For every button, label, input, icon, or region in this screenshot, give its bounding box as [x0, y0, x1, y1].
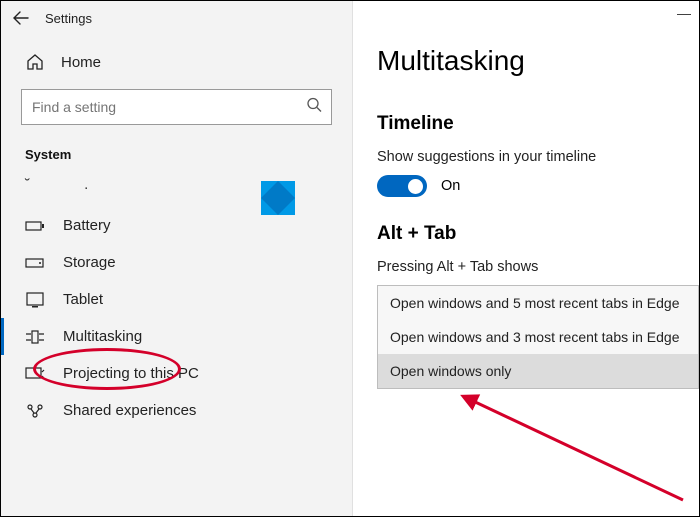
sidebar-item-projecting[interactable]: Projecting to this PC: [1, 355, 352, 392]
timeline-toggle[interactable]: [377, 175, 427, 197]
sidebar: Home System ˘ . Battery: [1, 1, 353, 516]
multitasking-icon: [25, 329, 45, 345]
app-title: Settings: [45, 11, 92, 26]
search-box[interactable]: [21, 89, 332, 125]
tablet-icon: [25, 292, 45, 308]
timeline-label: Show suggestions in your timeline: [377, 149, 699, 165]
sidebar-section-title: System: [1, 141, 352, 170]
timeline-toggle-state: On: [441, 178, 460, 194]
sidebar-item-label: Battery: [63, 217, 111, 234]
sidebar-item-battery[interactable]: Battery: [1, 207, 352, 244]
storage-icon: [25, 256, 45, 270]
alttab-option[interactable]: Open windows and 3 most recent tabs in E…: [378, 320, 698, 354]
search-input[interactable]: [21, 89, 332, 125]
sidebar-home[interactable]: Home: [1, 45, 352, 79]
back-arrow-icon: [13, 10, 29, 26]
settings-window: Settings — Home System ˘ . Batte: [1, 1, 699, 516]
page-heading: Multitasking: [377, 45, 699, 77]
home-icon: [25, 53, 45, 71]
sidebar-item-shared[interactable]: Shared experiences: [1, 392, 352, 429]
decorative-tile: [261, 181, 295, 215]
titlebar: Settings: [1, 1, 699, 35]
sidebar-item-label: Shared experiences: [63, 402, 196, 419]
alttab-heading: Alt + Tab: [377, 223, 699, 245]
alttab-option-selected[interactable]: Open windows only: [378, 354, 698, 388]
sidebar-nav: Battery Storage Tablet Multitasking: [1, 207, 352, 429]
shared-experiences-icon: [25, 403, 45, 419]
projecting-icon: [25, 366, 45, 382]
search-icon: [306, 97, 322, 118]
alttab-label: Pressing Alt + Tab shows: [377, 259, 699, 275]
sidebar-item-label: Projecting to this PC: [63, 365, 199, 382]
sidebar-item-multitasking[interactable]: Multitasking: [1, 318, 352, 355]
sidebar-home-label: Home: [61, 54, 101, 71]
alttab-dropdown[interactable]: Open windows and 5 most recent tabs in E…: [377, 285, 699, 389]
timeline-heading: Timeline: [377, 113, 699, 135]
back-button[interactable]: [9, 6, 33, 30]
battery-icon: [25, 219, 45, 233]
sidebar-item-storage[interactable]: Storage: [1, 244, 352, 281]
sidebar-item-label: Storage: [63, 254, 116, 271]
sidebar-item-label: Tablet: [63, 291, 103, 308]
sidebar-item-tablet[interactable]: Tablet: [1, 281, 352, 318]
content-pane: Multitasking Timeline Show suggestions i…: [353, 1, 699, 516]
alttab-option[interactable]: Open windows and 5 most recent tabs in E…: [378, 286, 698, 320]
sidebar-item-label: Multitasking: [63, 328, 142, 345]
sidebar-item-truncated[interactable]: ˘ .: [1, 170, 352, 207]
